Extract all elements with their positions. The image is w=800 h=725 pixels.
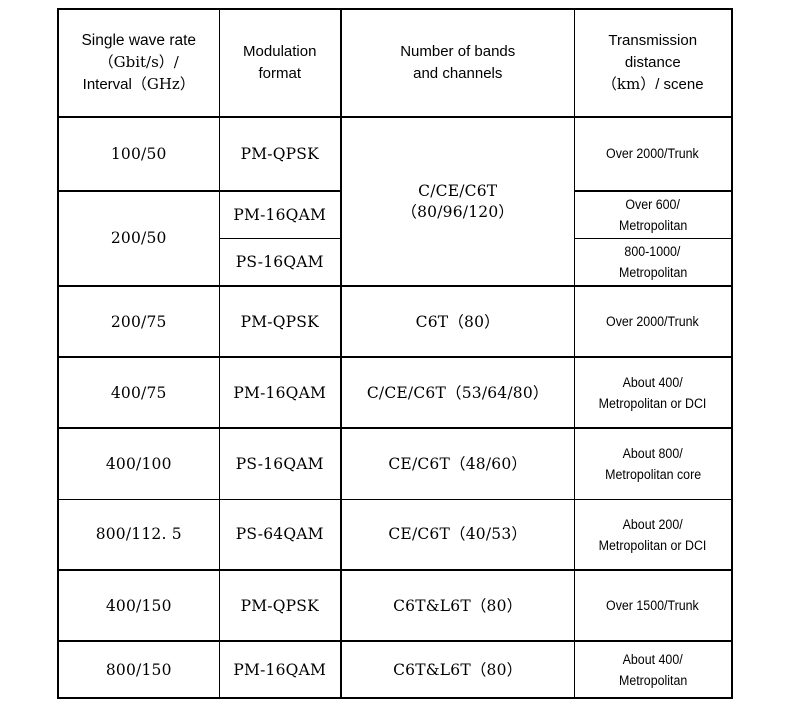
cell-distance: Over 2000/Trunk: [573, 285, 733, 358]
cell-bands: C6T（80）: [340, 285, 575, 358]
cell-rate: 800/112. 5: [57, 498, 220, 571]
cell-distance: Over 1500/Trunk: [573, 569, 733, 642]
header-distance-line2: distance: [624, 54, 681, 72]
table-row: 400/75 PM-16QAM C/CE/C6T（53/64/80） About…: [57, 356, 733, 429]
header-distance-unit: （km）: [601, 74, 656, 93]
cell-modulation: PS-16QAM: [218, 238, 342, 287]
table-row: 400/100 PS-16QAM CE/C6T（48/60） About 800…: [57, 427, 733, 500]
cell-distance-line1: Over 2000/Trunk: [606, 146, 700, 162]
cell-distance: 800-1000/ Metropolitan: [573, 238, 733, 287]
header-distance-line1: Transmission: [608, 32, 698, 50]
cell-distance: About 400/ Metropolitan or DCI: [573, 356, 733, 429]
cell-modulation: PM-16QAM: [218, 640, 342, 700]
cell-modulation: PS-16QAM: [218, 427, 342, 500]
cell-rate: 100/50: [57, 116, 220, 192]
cell-modulation: PM-QPSK: [218, 285, 342, 358]
header-rate-interval-label: Interval: [82, 76, 132, 94]
cell-distance-line2: Metropolitan or DCI: [598, 537, 707, 553]
header-transmission-distance: Transmission distance （km）/ scene: [573, 8, 733, 118]
cell-distance: About 400/ Metropolitan: [573, 640, 733, 700]
table-header-row: Single wave rate （Gbit/s）/ Interval（GHz）…: [57, 8, 733, 118]
cell-distance-line1: Over 600/: [625, 197, 681, 212]
cell-distance-line1: About 800/: [622, 446, 683, 462]
header-rate-line1: Single wave rate: [81, 32, 197, 50]
cell-bands: CE/C6T（40/53）: [340, 498, 575, 571]
cell-bands: C6T&L6T（80）: [340, 569, 575, 642]
specification-table: Single wave rate （Gbit/s）/ Interval（GHz）…: [57, 8, 733, 700]
cell-rate: 200/75: [57, 285, 220, 358]
header-rate-line3: Interval（GHz）: [63, 74, 215, 96]
cell-modulation: PM-16QAM: [218, 356, 342, 429]
cell-rate: 400/75: [57, 356, 220, 429]
header-bands-line2: and channels: [413, 65, 503, 82]
cell-rate: 400/100: [57, 427, 220, 500]
cell-distance-line2: Metropolitan: [618, 218, 687, 234]
cell-distance-line2: Metropolitan or DCI: [598, 395, 707, 411]
header-distance-line3: （km）/ scene: [579, 74, 728, 96]
cell-distance-line1: About 400/: [622, 374, 683, 390]
header-bands-line1: Number of bands: [400, 43, 516, 61]
cell-bands: C6T&L6T（80）: [340, 640, 575, 700]
cell-modulation: PM-QPSK: [218, 116, 342, 192]
header-rate-line2: （Gbit/s）/: [98, 53, 179, 72]
cell-rate: 800/150: [57, 640, 220, 700]
header-distance-scene: / scene: [655, 75, 704, 93]
table-row: 100/50 PM-QPSK C/CE/C6T （80/96/120） Over…: [57, 115, 733, 287]
cell-rate: 200/50: [57, 189, 220, 287]
cell-modulation: PM-QPSK: [218, 569, 342, 642]
cell-bands-line2: （80/96/120）: [401, 202, 515, 221]
header-number-of-bands: Number of bands and channels: [340, 8, 575, 118]
cell-modulation: PS-64QAM: [218, 498, 342, 571]
header-single-wave-rate: Single wave rate （Gbit/s）/ Interval（GHz）: [57, 8, 220, 118]
cell-distance-line1: About 400/: [622, 651, 683, 667]
table-row: 400/150 PM-QPSK C6T&L6T（80） Over 1500/Tr…: [57, 569, 733, 642]
cell-distance-line1: Over 2000/Trunk: [606, 314, 700, 330]
cell-bands: CE/C6T（48/60）: [340, 427, 575, 500]
cell-distance-line1: About 200/: [622, 516, 683, 532]
header-modulation-line2: format: [258, 65, 301, 82]
cell-rate: 400/150: [57, 569, 220, 642]
cell-distance-line2: Metropolitan: [618, 672, 687, 688]
cell-distance-line1: Over 1500/Trunk: [606, 598, 700, 614]
cell-distance-line2: Metropolitan: [618, 265, 687, 281]
header-modulation-line1: Modulation: [243, 43, 317, 61]
cell-distance-line1: 800-1000/: [624, 244, 681, 260]
cell-bands-line1: C/CE/C6T: [418, 182, 498, 201]
cell-bands-merged: C/CE/C6T （80/96/120）: [340, 115, 575, 287]
header-modulation-format: Modulation format: [218, 8, 342, 118]
header-rate-interval-unit: （GHz）: [131, 75, 195, 94]
cell-distance-line2: Metropolitan core: [604, 467, 701, 483]
cell-distance: Over 2000/Trunk: [573, 116, 733, 192]
table-row: 200/75 PM-QPSK C6T（80） Over 2000/Trunk: [57, 285, 733, 358]
table-row: 800/150 PM-16QAM C6T&L6T（80） About 400/ …: [57, 640, 733, 700]
cell-distance: Over 600/ Metropolitan: [573, 190, 733, 240]
table-row: 800/112. 5 PS-64QAM CE/C6T（40/53） About …: [57, 498, 733, 571]
cell-distance: About 200/ Metropolitan or DCI: [573, 498, 733, 571]
cell-distance: About 800/ Metropolitan core: [573, 427, 733, 500]
cell-bands: C/CE/C6T（53/64/80）: [340, 356, 575, 429]
cell-modulation: PM-16QAM: [218, 190, 342, 240]
